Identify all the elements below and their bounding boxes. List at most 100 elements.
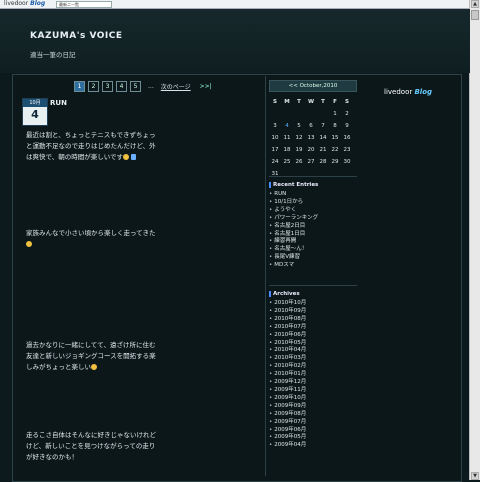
blog-title[interactable]: KAZUMA's VOICE — [30, 31, 123, 41]
next-page-link[interactable]: 次のページ — [161, 82, 191, 91]
calendar-day: 19 — [295, 147, 303, 153]
calendar-prev-link[interactable]: << — [289, 83, 298, 89]
calendar-day: 13 — [307, 135, 315, 141]
page-link-1[interactable]: 1 — [74, 80, 85, 92]
toolbar-select[interactable]: 最新ニ一覧 — [56, 1, 112, 8]
calendar-day: 2 — [345, 111, 349, 117]
calendar-day: 11 — [283, 135, 291, 141]
calendar-day: 28 — [319, 159, 327, 165]
page-link-3[interactable]: 3 — [102, 80, 113, 92]
last-page-link[interactable]: >>| — [200, 83, 212, 90]
archive-link[interactable]: 2009年12月 — [269, 379, 359, 387]
archive-link[interactable]: 2009年11月 — [269, 387, 359, 395]
calendar-weekday: T — [321, 99, 325, 105]
archive-link[interactable]: 2009年09月 — [269, 403, 359, 411]
pagination-dots: ... — [148, 82, 154, 90]
sweat-emoji-icon — [131, 154, 137, 160]
calendar-day: 24 — [271, 159, 279, 165]
calendar-day: 21 — [319, 147, 327, 153]
page-link-4[interactable]: 4 — [116, 80, 127, 92]
entry-date-badge: 10月 4 — [22, 98, 48, 126]
calendar-day: 12 — [295, 135, 303, 141]
archive-link[interactable]: 2009年10月 — [269, 395, 359, 403]
recent-entry-link[interactable]: 長尾V練習 — [269, 254, 359, 262]
entry-paragraph-4: 走るこさ自体はそんなに好きじゃないけれどけど、新しいことを見つけながらっての走り… — [26, 431, 156, 461]
calendar-day — [293, 108, 305, 120]
recent-entries-heading: Recent Entries — [269, 182, 359, 188]
page-link-5[interactable]: 5 — [130, 80, 141, 92]
calendar-weekday: F — [333, 99, 337, 105]
entry-paragraph-2: 家族みんなで小さい頃から楽しく走ってきた — [26, 228, 156, 250]
smile-emoji-icon — [26, 241, 32, 247]
calendar-day: 7 — [321, 123, 325, 129]
archives-list: 2010年10月2010年09月2010年08月2010年07月2010年06月… — [269, 300, 359, 450]
recent-entries-list: RUN10/1日からようやくパワーランキング名古屋2日目名古屋1日目練習再開名古… — [269, 191, 359, 270]
archive-link[interactable]: 2010年01月 — [269, 371, 359, 379]
calendar-weekday: M — [284, 99, 290, 105]
calendar-day — [269, 108, 281, 120]
archive-link[interactable]: 2010年02月 — [269, 363, 359, 371]
calendar-day: 16 — [343, 135, 351, 141]
recent-entry-link[interactable]: MDスマ — [269, 262, 359, 270]
calendar-day: 6 — [309, 123, 313, 129]
entry-day: 4 — [31, 108, 39, 121]
calendar-day: 25 — [283, 159, 291, 165]
livedoor-blog-logo[interactable]: livedoor Blog — [384, 88, 432, 96]
vertical-scrollbar[interactable]: ▲ ▼ — [469, 0, 480, 480]
archive-link[interactable]: 2010年06月 — [269, 332, 359, 340]
recent-entry-link[interactable]: RUN — [269, 191, 359, 199]
recent-entry-link[interactable]: ようやく — [269, 207, 359, 215]
recent-entry-link[interactable]: 10/1日から — [269, 199, 359, 207]
calendar-day: 14 — [319, 135, 327, 141]
sidebar-divider — [269, 176, 357, 177]
calendar-day — [317, 168, 329, 180]
entry-paragraph-3: 過去かなりに一緒にしてて、遠ざけ所に住む友達と新しいジョギングコースを開拓する楽… — [26, 341, 156, 371]
calendar-day: 31 — [271, 171, 279, 177]
calendar-day — [281, 168, 293, 180]
calendar-weekday: S — [345, 99, 349, 105]
calendar-weekday: T — [297, 99, 301, 105]
toolbar-logo[interactable]: livedoor Blog — [4, 0, 45, 8]
calendar-day: 15 — [331, 135, 339, 141]
archive-link[interactable]: 2010年08月 — [269, 316, 359, 324]
calendar-day: 18 — [283, 147, 291, 153]
archive-link[interactable]: 2009年07月 — [269, 419, 359, 427]
calendar-day — [305, 108, 317, 120]
smile-emoji-icon — [123, 154, 130, 160]
calendar-grid: S M T W T F S 1 2 3 4 5 6 7 8 9 10 11 12 13 14 15 16 17 18 19 20 21… — [269, 96, 357, 180]
scroll-down-arrow-icon[interactable]: ▼ — [471, 472, 479, 480]
pagination: 1 2 3 4 5 ... 次のページ >>| — [74, 80, 212, 92]
calendar-day: 9 — [345, 123, 349, 129]
calendar-day: 3 — [273, 123, 277, 129]
calendar-day[interactable]: 4 — [281, 120, 293, 132]
calendar-day — [305, 168, 317, 180]
archives-section: Archives 2010年10月2010年09月2010年08月2010年07… — [269, 291, 359, 450]
scroll-up-arrow-icon[interactable]: ▲ — [471, 0, 479, 8]
scroll-thumb[interactable] — [471, 10, 479, 20]
calendar-day: 22 — [331, 147, 339, 153]
smile-emoji-icon — [91, 364, 97, 370]
entry-title[interactable]: RUN — [50, 99, 67, 107]
browser-toolbar: livedoor Blog 最新ニ一覧 — [0, 0, 470, 9]
calendar-day: 30 — [343, 159, 351, 165]
recent-entry-link[interactable]: パワーランキング — [269, 215, 359, 223]
archive-link[interactable]: 2009年08月 — [269, 411, 359, 419]
calendar-day: 26 — [295, 159, 303, 165]
entry-month: 10月 — [23, 99, 47, 107]
calendar-day: 29 — [331, 159, 339, 165]
calendar-day — [293, 168, 305, 180]
calendar-day — [329, 168, 341, 180]
calendar-day — [281, 108, 293, 120]
archive-link[interactable]: 2010年10月 — [269, 300, 359, 308]
calendar-day — [341, 168, 353, 180]
archives-heading: Archives — [269, 291, 359, 297]
calendar-widget: << October,2010 S M T W T F S 1 2 3 4 5 6 7 8 9 10 11 12 13… — [269, 80, 357, 180]
recent-entries-section: Recent Entries RUN10/1日からようやくパワーランキング名古屋… — [269, 182, 359, 270]
blog-subtitle: 適当一筆の日記 — [30, 51, 76, 59]
archive-link[interactable]: 2010年07月 — [269, 324, 359, 332]
archive-link[interactable]: 2010年09月 — [269, 308, 359, 316]
archive-link[interactable]: 2009年04月 — [269, 442, 359, 450]
calendar-day: 5 — [297, 123, 301, 129]
recent-entry-link[interactable]: 名古屋2日目 — [269, 223, 359, 231]
page-link-2[interactable]: 2 — [88, 80, 99, 92]
